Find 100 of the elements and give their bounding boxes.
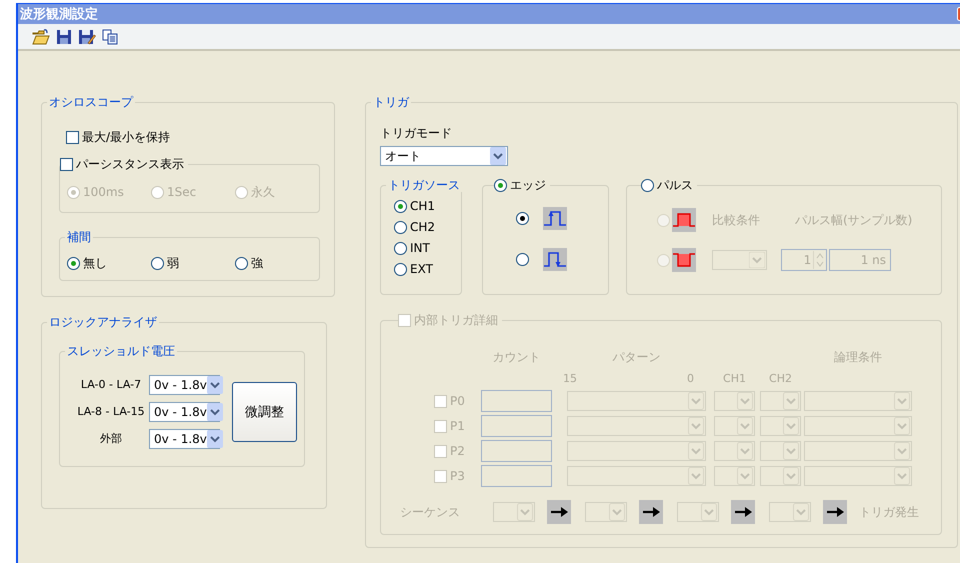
group-title: トリガ: [371, 95, 411, 109]
chevron-down-icon: [688, 467, 704, 485]
chevron-down-icon: [609, 503, 625, 521]
field-label: トリガ発生: [859, 504, 919, 520]
chevron-down-icon: [517, 503, 533, 521]
dropdown[interactable]: [769, 502, 811, 522]
dropdown[interactable]: [804, 416, 912, 436]
radio-button[interactable]: [235, 257, 248, 270]
input-field[interactable]: [481, 465, 552, 487]
dropdown[interactable]: [493, 502, 535, 522]
chevron-down-icon: [783, 417, 799, 435]
chevron-down-icon: [688, 442, 704, 460]
field-label: シーケンス: [400, 504, 461, 520]
chevron-down-icon: [206, 430, 223, 448]
column-header: カウント: [492, 349, 540, 366]
negative-pulse-icon: [672, 248, 696, 272]
checkbox[interactable]: 最大/最小を保持: [66, 129, 170, 145]
chevron-down-icon: [688, 392, 704, 410]
input-field[interactable]: [481, 390, 552, 412]
dropdown[interactable]: [760, 416, 801, 436]
dropdown[interactable]: [714, 391, 755, 411]
chevron-down-icon: [737, 467, 753, 485]
column-header: 0: [687, 372, 694, 384]
radio-button[interactable]: [394, 242, 407, 255]
arrow-right-icon: [639, 500, 663, 524]
field-label: 比較条件: [712, 212, 760, 229]
option-label: CH1: [410, 198, 436, 215]
dropdown[interactable]: [712, 250, 767, 270]
field-label: 外部: [99, 431, 123, 447]
column-header: パターン: [612, 349, 660, 366]
dropdown[interactable]: 0v - 1.8v: [149, 429, 220, 449]
dropdown[interactable]: [760, 466, 801, 486]
field-label: LA-0 - LA-7: [80, 377, 142, 393]
chevron-down-icon: [894, 442, 910, 460]
floppy-pencil-icon[interactable]: [78, 28, 96, 44]
arrow-right-icon: [823, 500, 847, 524]
up-down-arrows-icon: [813, 251, 826, 269]
column-header: CH1: [723, 372, 746, 384]
dropdown[interactable]: [760, 441, 801, 461]
dropdown[interactable]: [585, 502, 627, 522]
dropdown[interactable]: [567, 441, 706, 461]
falling-edge-icon: [543, 248, 567, 271]
field-label: パルス幅(サンプル数): [795, 212, 912, 229]
dropdown[interactable]: [567, 391, 706, 411]
dropdown[interactable]: [567, 466, 706, 486]
field-label: トリガモード: [380, 125, 453, 141]
radio-button[interactable]: [67, 257, 80, 270]
option-label: 弱: [167, 255, 179, 272]
chevron-down-icon: [749, 252, 765, 268]
dropdown[interactable]: [804, 441, 912, 461]
arrow-right-icon: [547, 500, 571, 524]
dropdown[interactable]: 0v - 1.8v: [149, 402, 220, 422]
chevron-down-icon: [737, 392, 753, 410]
field-label: LA-8 - LA-15: [76, 404, 146, 420]
option-label: CH2: [410, 219, 436, 236]
dropdown[interactable]: [567, 416, 706, 436]
radio-button[interactable]: [394, 221, 407, 234]
fine-tune-button[interactable]: 微調整: [232, 382, 297, 442]
input-field[interactable]: [481, 440, 552, 462]
option-label: 1Sec: [167, 184, 196, 201]
radio-button[interactable]: [516, 212, 529, 225]
dropdown[interactable]: [804, 391, 912, 411]
column-header: CH2: [769, 372, 792, 384]
option-label: 無し: [83, 255, 107, 272]
copy-icon[interactable]: [102, 28, 118, 44]
dropdown[interactable]: [760, 391, 801, 411]
group-title: トリガソース: [386, 178, 462, 192]
dropdown[interactable]: [804, 466, 912, 486]
save-icon[interactable]: [56, 28, 72, 44]
group-title: ロジックアナライザ: [47, 315, 159, 329]
chevron-down-icon: [701, 503, 717, 521]
radio-button[interactable]: [394, 200, 407, 213]
chevron-down-icon: [783, 392, 799, 410]
input-field[interactable]: [481, 415, 552, 437]
folder-open-icon[interactable]: [32, 28, 50, 44]
column-header: 論理条件: [834, 349, 882, 366]
chevron-down-icon: [737, 417, 753, 435]
option-label: 永久: [251, 184, 275, 201]
dropdown[interactable]: [677, 502, 719, 522]
option-label: 強: [251, 255, 263, 272]
option-label: INT: [410, 240, 430, 257]
dropdown[interactable]: [714, 441, 755, 461]
dropdown[interactable]: [714, 466, 755, 486]
group-title: 補間: [65, 230, 93, 244]
dropdown[interactable]: [714, 416, 755, 436]
radio-button[interactable]: [394, 263, 407, 276]
chevron-down-icon: [894, 392, 910, 410]
chevron-down-icon: [793, 503, 809, 521]
dropdown[interactable]: 0v - 1.8v: [149, 375, 220, 395]
positive-pulse-icon: [672, 208, 696, 232]
dropdown[interactable]: オート: [380, 146, 508, 166]
chevron-down-icon: [894, 467, 910, 485]
chevron-down-icon: [206, 376, 223, 394]
arrow-right-icon: [731, 500, 755, 524]
radio-button[interactable]: [516, 253, 529, 266]
group-title: スレッショルド電圧: [65, 344, 177, 358]
radio-button[interactable]: [494, 179, 507, 192]
chevron-down-icon: [783, 467, 799, 485]
chevron-down-icon: [894, 417, 910, 435]
radio-button[interactable]: [151, 257, 164, 270]
